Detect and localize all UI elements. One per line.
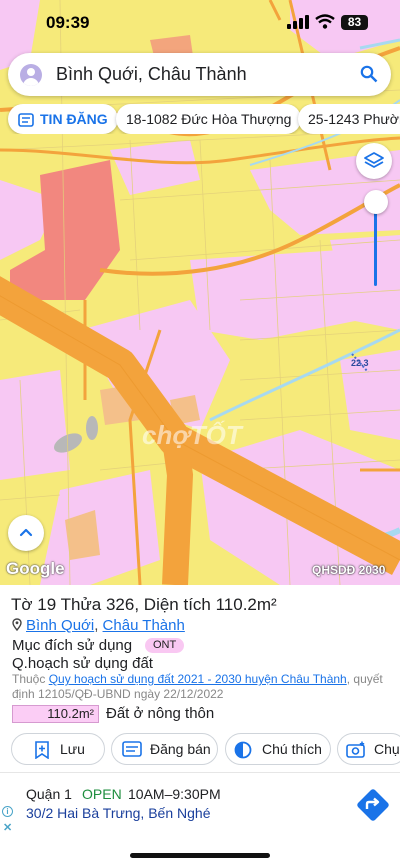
plan-link[interactable]: Quy hoạch sử dụng đất 2021 - 2030 huyện … [49,672,347,686]
capture-button[interactable]: Chụ [337,733,400,765]
layers-icon [364,152,384,168]
parcel-location: Bình Quới, Châu Thành [12,617,185,634]
watermark: chợTỐT [142,420,242,450]
google-logo: Google [6,559,65,578]
ad-hours: 10AM–9:30PM [128,786,221,802]
sell-label: Đăng bán [150,741,211,757]
cellular-signal-icon [287,15,309,29]
opacity-slider-thumb[interactable] [364,190,388,214]
contrast-icon [234,741,252,759]
ad-info-icon[interactable]: i [2,806,13,817]
purpose-badge: ONT [145,638,185,653]
ad-place-name: Quận 1 [26,786,72,802]
save-label: Lưu [60,741,85,757]
sell-button[interactable]: Đăng bán [111,733,218,765]
directions-icon[interactable] [356,788,390,822]
ad-banner[interactable]: Quận 1 OPEN 10AM–9:30PM 30/2 Hai Bà Trưn… [0,772,400,834]
overlay-label: QHSDĐ 2030 [312,563,386,577]
chip-tin-dang[interactable]: TIN ĐĂNG [8,104,118,134]
filter-chips: TIN ĐĂNG 18-1082 Đức Hòa Thượng 25-1243 … [6,104,400,134]
map-view[interactable]: 09:39 83 Bình Quới, Châu Thành TIN ĐĂNG … [0,0,400,585]
avatar[interactable] [20,64,42,86]
location-pin-icon [12,618,22,631]
save-button[interactable]: Lưu [11,733,105,765]
chip-label: 18-1082 Đức Hòa Thượng [126,111,292,127]
wifi-icon [315,14,335,29]
camera-add-icon [346,741,365,758]
parcel-title: Tờ 19 Thửa 326, Diện tích 110.2m² [11,595,277,614]
plan-reference: Thuộc Quy hoạch sử dụng đất 2021 - 2030 … [12,672,392,702]
legend-label: Chú thích [262,741,322,757]
layers-button[interactable] [356,143,392,179]
ad-open-status: OPEN [82,786,122,802]
chip-label: TIN ĐĂNG [40,111,108,127]
chip-label: 25-1243 Phườn [308,111,400,127]
bookmark-add-icon [35,741,49,759]
search-bar[interactable]: Bình Quới, Châu Thành [8,53,391,96]
land-type-label: Đất ở nông thôn [106,705,215,722]
screen: 09:39 83 Bình Quới, Châu Thành TIN ĐĂNG … [0,0,400,865]
ad-address: 30/2 Hai Bà Trưng, Bến Nghé [26,805,211,821]
status-bar: 09:39 83 [0,0,400,46]
area-value-box: 110.2m² [12,705,99,723]
search-query[interactable]: Bình Quới, Châu Thành [56,64,247,85]
battery-indicator: 83 [341,15,368,30]
home-indicator[interactable] [130,853,270,858]
opacity-slider-track[interactable] [374,204,377,286]
listing-icon [18,113,34,128]
search-icon[interactable] [360,65,378,83]
action-buttons: Lưu Đăng bán Chú thích Chụ [0,733,400,767]
legend-button[interactable]: Chú thích [225,733,331,765]
chip-address-1[interactable]: 18-1082 Đức Hòa Thượng [116,104,302,134]
chip-address-2[interactable]: 25-1243 Phườn [298,104,400,134]
capture-label: Chụ [374,741,400,757]
plan-prefix: Thuộc [12,672,46,686]
ad-close-icon[interactable]: ✕ [3,821,12,834]
purpose-label: Mục đích sử dụng [12,637,133,654]
commune-link[interactable]: Bình Quới [26,617,94,634]
road-number-label: 22.3 [351,358,369,368]
listing-icon [122,741,142,757]
district-link[interactable]: Châu Thành [103,617,185,634]
chevron-up-icon [19,528,33,537]
plan-heading: Q.hoạch sử dụng đất [12,655,153,672]
expand-button[interactable] [8,515,44,551]
status-time: 09:39 [46,13,90,32]
location-separator: , [94,617,99,634]
